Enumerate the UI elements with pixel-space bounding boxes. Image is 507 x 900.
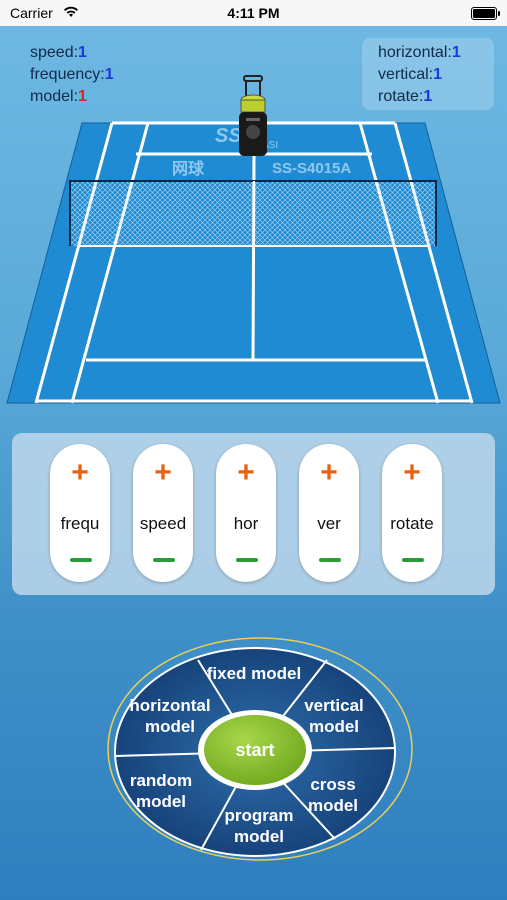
vertical-control: + ver [299, 444, 359, 582]
vertical-label: ver [317, 514, 341, 533]
horizontal-row: horizontal:1 [378, 44, 461, 61]
rotate-row: rotate:1 [378, 88, 433, 105]
clock: 4:11 PM [227, 5, 280, 21]
horizontal-control: + hor [216, 444, 276, 582]
ball-machine-icon [239, 75, 267, 156]
model-value: 1 [78, 88, 87, 105]
rotate-label: rotate [390, 514, 434, 533]
horizontal-minus-button[interactable] [236, 558, 258, 562]
horizontal-model-button[interactable]: horizontal model [120, 695, 220, 737]
status-info-right: horizontal:1 vertical:1 rotate:1 [362, 38, 494, 110]
random-model-button[interactable]: random model [111, 770, 211, 812]
vertical-minus-button[interactable] [319, 558, 341, 562]
speed-control: + speed [133, 444, 193, 582]
court-model-text: SS-S4015A [272, 160, 351, 177]
start-label[interactable]: start [205, 736, 305, 764]
frequency-minus-button[interactable] [70, 558, 92, 562]
program-model-button[interactable]: program model [209, 805, 309, 847]
rotate-minus-button[interactable] [402, 558, 424, 562]
vertical-value: 1 [433, 66, 443, 83]
speed-value: 1 [78, 44, 87, 61]
rotate-control: + rotate [382, 444, 442, 582]
frequency-plus-button[interactable]: + [50, 458, 110, 488]
rotate-value: 1 [423, 88, 433, 105]
status-info-left: speed:1 frequency:1 model:1 [24, 40, 134, 108]
vertical-plus-button[interactable]: + [299, 458, 359, 488]
frequency-row: frequency:1 [30, 66, 114, 83]
horizontal-plus-button[interactable]: + [216, 458, 276, 488]
speed-minus-button[interactable] [153, 558, 175, 562]
horizontal-value: 1 [451, 44, 461, 61]
court-brand-text: 网球 [172, 159, 205, 178]
status-bar: Carrier 4:11 PM [0, 0, 507, 26]
rotate-plus-button[interactable]: + [382, 458, 442, 488]
frequency-value: 1 [104, 66, 114, 83]
frequency-label: frequ [60, 514, 100, 533]
speed-plus-button[interactable]: + [133, 458, 193, 488]
speed-label: speed [139, 514, 187, 533]
speed-row: speed:1 [30, 44, 87, 61]
frequency-control: + frequ [50, 444, 110, 582]
horizontal-label: hor [233, 514, 259, 533]
battery-icon [471, 7, 500, 20]
vertical-model-button[interactable]: vertical model [284, 695, 384, 737]
vertical-row: vertical:1 [378, 66, 443, 83]
model-row: model:1 [30, 88, 87, 105]
fixed-model-button[interactable]: fixed model [204, 663, 304, 684]
